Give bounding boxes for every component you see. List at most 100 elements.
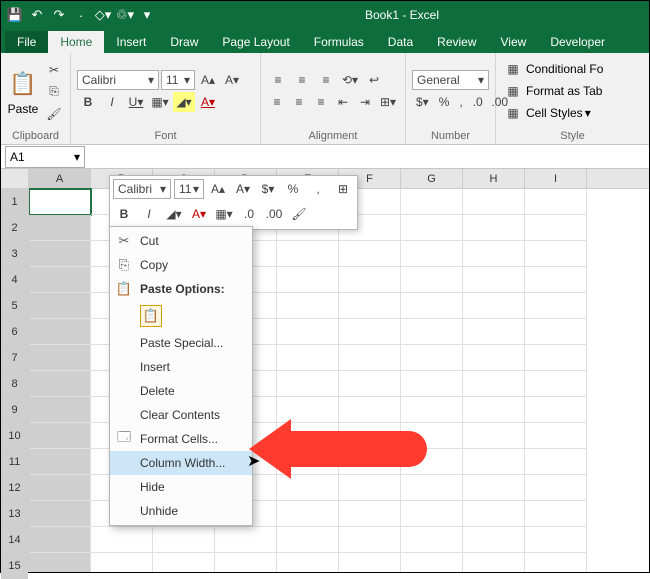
cell[interactable]: [29, 423, 91, 449]
cell[interactable]: [463, 553, 525, 572]
cell[interactable]: [463, 423, 525, 449]
font-color-icon[interactable]: A▾: [197, 92, 219, 112]
cell[interactable]: [29, 449, 91, 475]
cell[interactable]: [401, 527, 463, 553]
cell[interactable]: [525, 189, 587, 215]
cell[interactable]: [463, 397, 525, 423]
tab-developer[interactable]: Developer: [538, 31, 617, 53]
orientation-icon[interactable]: ⟲▾: [339, 70, 361, 90]
row-header-12[interactable]: 12: [1, 475, 28, 501]
cell[interactable]: [153, 527, 215, 553]
align-center-icon[interactable]: ≡: [289, 92, 309, 112]
cell[interactable]: [339, 553, 401, 572]
row-header-11[interactable]: 11: [1, 449, 28, 475]
cell[interactable]: [525, 449, 587, 475]
cell[interactable]: [463, 267, 525, 293]
mini-percent-icon[interactable]: %: [282, 179, 304, 199]
cell[interactable]: [463, 215, 525, 241]
paste-option-icon[interactable]: 📋: [140, 305, 162, 327]
cell[interactable]: [153, 553, 215, 572]
cell-styles-icon[interactable]: ▦: [502, 103, 524, 123]
align-right-icon[interactable]: ≡: [311, 92, 331, 112]
cell[interactable]: [401, 371, 463, 397]
cell[interactable]: [401, 241, 463, 267]
tab-file[interactable]: File: [5, 31, 48, 53]
format-painter-icon[interactable]: 🖌: [43, 104, 65, 124]
cell[interactable]: [215, 527, 277, 553]
increase-indent-icon[interactable]: ⇥: [355, 92, 375, 112]
decrease-font-icon[interactable]: A▾: [221, 70, 243, 90]
cell[interactable]: [463, 371, 525, 397]
cell[interactable]: [29, 241, 91, 267]
ctx-column-width[interactable]: Column Width...: [110, 451, 252, 475]
row-header-13[interactable]: 13: [1, 501, 28, 527]
align-left-icon[interactable]: ≡: [267, 92, 287, 112]
cell[interactable]: [277, 267, 339, 293]
cell[interactable]: [339, 397, 401, 423]
align-middle-icon[interactable]: ≡: [291, 70, 313, 90]
tab-draw[interactable]: Draw: [158, 31, 210, 53]
comma-icon[interactable]: ,: [455, 92, 466, 112]
mini-font-color-icon[interactable]: A▾: [188, 204, 210, 224]
cell[interactable]: [525, 501, 587, 527]
mini-font-select[interactable]: Calibri▾: [113, 179, 171, 199]
cell[interactable]: [525, 319, 587, 345]
cell[interactable]: [215, 553, 277, 572]
cell[interactable]: [29, 475, 91, 501]
italic-button[interactable]: I: [101, 92, 123, 112]
cell[interactable]: [29, 293, 91, 319]
paste-button[interactable]: 📋 Paste: [7, 59, 39, 125]
cell[interactable]: [339, 527, 401, 553]
tab-formulas[interactable]: Formulas: [302, 31, 376, 53]
tab-page-layout[interactable]: Page Layout: [210, 31, 301, 53]
ctx-unhide[interactable]: Unhide: [110, 499, 252, 523]
cell[interactable]: [525, 423, 587, 449]
cell[interactable]: [525, 371, 587, 397]
cell[interactable]: [401, 189, 463, 215]
mini-merge-icon[interactable]: ⊞: [332, 179, 354, 199]
cell[interactable]: [525, 215, 587, 241]
qat-shapes-icon[interactable]: ◇▾: [95, 7, 111, 23]
mini-size-select[interactable]: 11▾: [174, 179, 204, 199]
format-as-table-label[interactable]: Format as Tab: [526, 84, 602, 98]
cell[interactable]: [463, 241, 525, 267]
copy-icon[interactable]: ⎘: [43, 82, 65, 102]
ctx-delete[interactable]: Delete: [110, 379, 252, 403]
fill-color-icon[interactable]: ◢▾: [173, 92, 195, 112]
cell[interactable]: [525, 397, 587, 423]
cell[interactable]: [525, 267, 587, 293]
row-header-5[interactable]: 5: [1, 293, 28, 319]
percent-icon[interactable]: %: [435, 92, 454, 112]
name-box[interactable]: A1▾: [5, 146, 85, 168]
cell[interactable]: [339, 267, 401, 293]
align-bottom-icon[interactable]: ≡: [315, 70, 337, 90]
tab-data[interactable]: Data: [376, 31, 425, 53]
cell[interactable]: [29, 215, 91, 241]
ctx-clear-contents[interactable]: Clear Contents: [110, 403, 252, 427]
mini-comma-icon[interactable]: ,: [307, 179, 329, 199]
cell[interactable]: [339, 371, 401, 397]
mini-fill-color-icon[interactable]: ◢▾: [163, 204, 185, 224]
row-header-8[interactable]: 8: [1, 371, 28, 397]
cell[interactable]: [463, 501, 525, 527]
align-top-icon[interactable]: ≡: [267, 70, 289, 90]
save-icon[interactable]: 💾: [7, 7, 23, 23]
cell[interactable]: [401, 293, 463, 319]
redo-icon[interactable]: ↷: [51, 7, 67, 23]
cell[interactable]: [29, 345, 91, 371]
mini-decrease-font-icon[interactable]: A▾: [232, 179, 254, 199]
row-header-3[interactable]: 3: [1, 241, 28, 267]
wrap-text-icon[interactable]: ↩: [363, 70, 385, 90]
cell[interactable]: [463, 449, 525, 475]
mini-increase-font-icon[interactable]: A▴: [207, 179, 229, 199]
ctx-copy[interactable]: ⎘Copy: [110, 253, 252, 277]
cell[interactable]: [277, 553, 339, 572]
cell[interactable]: [525, 553, 587, 572]
cell[interactable]: [277, 319, 339, 345]
cell[interactable]: [277, 371, 339, 397]
ctx-format-cells[interactable]: 🗔Format Cells...: [110, 427, 252, 451]
cell[interactable]: [463, 475, 525, 501]
cell[interactable]: [463, 345, 525, 371]
cell[interactable]: [29, 397, 91, 423]
cell[interactable]: [29, 553, 91, 572]
